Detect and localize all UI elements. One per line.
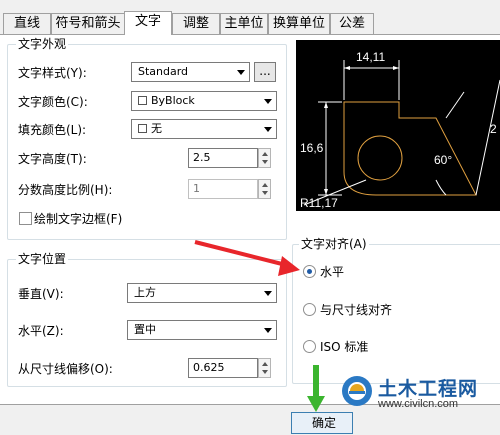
tab-text[interactable]: 文字 xyxy=(124,11,172,35)
tab-label: 文字 xyxy=(134,14,161,29)
red-arrow-head-icon xyxy=(278,256,300,276)
green-arrow-head-icon xyxy=(307,396,325,412)
watermark-url: www.civilcn.com xyxy=(378,398,459,410)
watermark-brand: 土木工程网 xyxy=(378,379,479,400)
annotation-overlay xyxy=(194,240,325,412)
red-arrow-shaft xyxy=(194,240,291,268)
watermark-logo: 土木工程网 www.civilcn.com xyxy=(340,372,500,414)
green-arrow-shaft xyxy=(313,365,319,399)
civilcn-logo-icon xyxy=(342,376,372,406)
